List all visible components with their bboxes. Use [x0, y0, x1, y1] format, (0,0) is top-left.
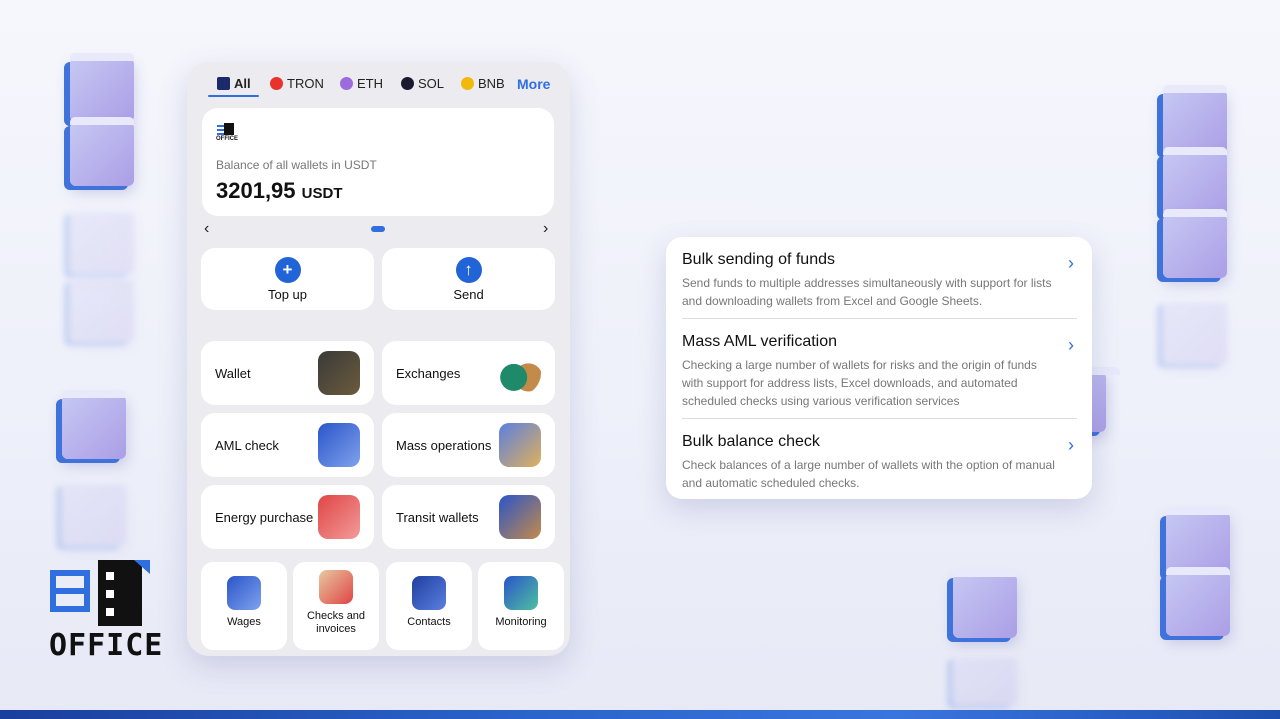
service-label: Wages [227, 616, 261, 628]
feature-bulk-balance[interactable]: Bulk balance check Check balances of a l… [682, 433, 1076, 492]
tab-tron[interactable]: TRON [270, 76, 324, 91]
balance-card[interactable]: OFFICE Balance of all wallets in USDT 32… [202, 108, 554, 216]
tab-label: ETH [357, 76, 383, 91]
decorative-cube [70, 53, 134, 122]
decorative-cube [70, 205, 134, 274]
tab-sol[interactable]: SOL [401, 76, 444, 91]
wallet-app-panel: All TRON ETH SOL BNB More OFFICE Balance [187, 62, 570, 656]
feature-mass-aml[interactable]: Mass AML verification Checking a large n… [682, 333, 1076, 410]
feature-description: Check balances of a large number of wall… [682, 458, 1055, 490]
decorative-cube [1166, 567, 1230, 636]
brand-name: OFFICE [49, 628, 164, 663]
feature-bulk-sending[interactable]: Bulk sending of funds Send funds to mult… [682, 251, 1076, 310]
tab-more[interactable]: More [517, 76, 550, 92]
monitor-icon [504, 576, 538, 610]
divider [682, 418, 1077, 419]
chevron-right-icon: › [1068, 335, 1074, 355]
service-monitoring[interactable]: Monitoring [478, 562, 564, 650]
ethereum-icon [340, 77, 353, 90]
service-label: Checks and invoices [306, 610, 366, 635]
service-mass-operations[interactable]: Mass operations [382, 413, 555, 477]
decorative-cube [1163, 85, 1227, 154]
decorative-cube [62, 477, 126, 546]
action-label: Top up [267, 287, 308, 302]
network-tabs: All TRON ETH SOL BNB More [187, 62, 570, 102]
service-label: Mass operations [396, 438, 492, 453]
feature-title: Mass AML verification [682, 333, 838, 350]
service-label: Exchanges [396, 366, 461, 381]
balance-amount: 3201,95 [216, 178, 296, 203]
service-wages[interactable]: Wages [201, 562, 287, 650]
bottom-accent-bar [0, 710, 1280, 719]
rocket-icon [499, 423, 541, 467]
decorative-cube [1163, 209, 1227, 278]
invoice-icon [319, 570, 353, 604]
service-label: Monitoring [495, 616, 547, 628]
magnifier-icon [318, 423, 360, 467]
balance-value: 3201,95 USDT [216, 178, 343, 204]
tab-all[interactable]: All [217, 76, 251, 91]
tab-label: BNB [478, 76, 505, 91]
contacts-book-icon [412, 576, 446, 610]
energy-icon [318, 495, 360, 539]
bnb-icon [461, 77, 474, 90]
service-transit-wallets[interactable]: Transit wallets [382, 485, 555, 549]
next-arrow-icon[interactable]: › [543, 220, 548, 238]
transit-icon [499, 495, 541, 539]
service-label: Energy purchase [215, 510, 314, 525]
service-exchanges[interactable]: Exchanges [382, 341, 555, 405]
service-label: AML check [215, 438, 279, 453]
balance-unit: USDT [301, 185, 343, 202]
chevron-right-icon: › [1068, 253, 1074, 273]
service-checks-invoices[interactable]: Checks and invoices [293, 562, 379, 650]
decorative-cube [1163, 147, 1227, 216]
tab-eth[interactable]: ETH [340, 76, 383, 91]
office-logo-icon [217, 77, 230, 90]
service-energy-purchase[interactable]: Energy purchase [201, 485, 374, 549]
tab-bnb[interactable]: BNB [461, 76, 505, 91]
tab-label: All [234, 76, 251, 91]
chevron-right-icon: › [1068, 435, 1074, 455]
active-tab-indicator [208, 95, 259, 97]
service-contacts[interactable]: Contacts [386, 562, 472, 650]
decorative-cube [953, 650, 1017, 705]
features-card: Bulk sending of funds Send funds to mult… [666, 237, 1092, 499]
tab-label: TRON [287, 76, 324, 91]
action-label: Send [453, 287, 484, 302]
feature-description: Checking a large number of wallets for r… [682, 358, 1037, 408]
feature-title: Bulk balance check [682, 433, 820, 450]
service-label: Contacts [407, 616, 451, 628]
solana-icon [401, 77, 414, 90]
feature-title: Bulk sending of funds [682, 251, 835, 268]
top-up-button[interactable]: + Top up [201, 248, 374, 310]
balance-label: Balance of all wallets in USDT [216, 158, 377, 172]
envelope-icon [227, 576, 261, 610]
balance-pager: ‹ › [187, 218, 570, 240]
plus-icon: + [274, 257, 301, 283]
decorative-cube [70, 117, 134, 186]
balance-logo-text: OFFICE [216, 136, 238, 142]
arrow-up-icon: ↑ [455, 257, 482, 283]
decorative-cube [1163, 295, 1227, 364]
send-button[interactable]: ↑ Send [382, 248, 555, 310]
service-aml-check[interactable]: AML check [201, 413, 374, 477]
service-label: Wallet [215, 366, 251, 381]
prev-arrow-icon[interactable]: ‹ [204, 220, 209, 238]
decorative-cube [62, 390, 126, 459]
decorative-cube [70, 273, 134, 342]
tron-icon [270, 77, 283, 90]
exchange-icon [499, 351, 541, 395]
office-brand-logo [50, 560, 150, 626]
page-indicator [371, 226, 385, 232]
decorative-cube [953, 569, 1017, 638]
service-wallet[interactable]: Wallet [201, 341, 374, 405]
feature-description: Send funds to multiple addresses simulta… [682, 276, 1052, 308]
service-label: Transit wallets [396, 510, 479, 525]
divider [682, 318, 1077, 319]
tab-label: SOL [418, 76, 445, 91]
wallet-icon [318, 351, 360, 395]
